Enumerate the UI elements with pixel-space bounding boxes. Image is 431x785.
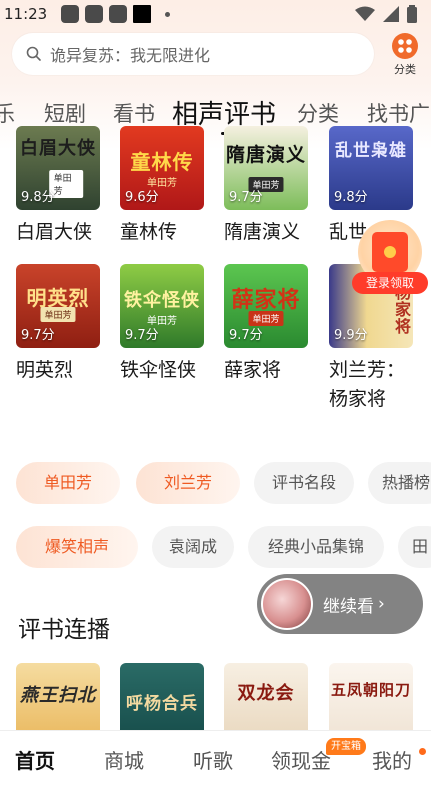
book-cover: 童林传 单田芳 9.6分	[120, 126, 204, 210]
category-button[interactable]: 分类	[388, 33, 422, 79]
tab-short-drama[interactable]: 短剧	[44, 98, 86, 128]
chip-hot-list[interactable]: 热播榜	[368, 462, 431, 504]
notification-dot	[419, 748, 426, 755]
section-title: 评书连播	[18, 617, 110, 643]
chip-funny-crosstalk[interactable]: 爆笑相声	[16, 526, 138, 568]
cover-title: 双龙会	[237, 683, 295, 704]
chevron-right-icon: ›	[378, 594, 385, 614]
cover-title: 铁伞怪侠	[124, 290, 200, 311]
book-score: 9.7分	[125, 328, 159, 343]
cover-title: 隋唐演义	[225, 144, 306, 166]
book-title: 童林传	[120, 221, 178, 243]
app-notification-icon	[109, 5, 128, 23]
nav-music[interactable]: 听歌	[193, 745, 233, 774]
login-reward-button[interactable]: 登录领取	[352, 220, 428, 294]
nav-home[interactable]: 首页	[15, 745, 55, 774]
status-bar: 11:23	[0, 0, 431, 28]
nav-mall[interactable]: 商城	[104, 745, 144, 774]
book-card[interactable]: 薛家将 单田芳 9.7分 薛家将	[224, 264, 308, 385]
cover-title: 童林传	[130, 150, 194, 174]
chip-tian[interactable]: 田	[398, 526, 431, 568]
book-cover: 乱世枭雄 9.8分	[329, 126, 413, 210]
book-score: 9.8分	[21, 190, 55, 205]
category-label: 分类	[394, 63, 416, 76]
cover-title: 薛家将	[231, 288, 301, 313]
chip-liu-lanfang[interactable]: 刘兰芳	[136, 462, 240, 504]
book-title: 薛家将	[224, 359, 282, 381]
treasure-box-badge: 开宝箱	[326, 738, 366, 755]
cover-title: 乱世枭雄	[335, 141, 407, 161]
chip-storytelling-classics[interactable]: 评书名段	[254, 462, 354, 504]
more-notifications-icon	[165, 11, 171, 17]
status-time: 11:23	[4, 5, 48, 23]
chip-classic-sketches[interactable]: 经典小品集锦	[248, 526, 384, 568]
book-score: 9.9分	[334, 328, 368, 343]
cover-title: 白眉大侠	[20, 138, 96, 159]
search-bar[interactable]: 诡异复苏：我无限进化	[12, 33, 374, 75]
search-icon	[26, 46, 41, 61]
nav-profile[interactable]: 我的	[372, 745, 412, 774]
book-title: 刘兰芳：杨家将	[329, 359, 406, 410]
cover-title: 呼杨合兵	[126, 694, 198, 714]
app-notification-icon	[85, 5, 104, 23]
book-cover: 隋唐演义 单田芳 9.7分	[224, 126, 308, 210]
system-icons	[355, 5, 417, 23]
book-title: 铁伞怪侠	[120, 359, 197, 381]
continue-watching-button[interactable]: 继续看 ›	[257, 574, 423, 634]
chip-shan-tianfang[interactable]: 单田芳	[16, 462, 120, 504]
book-score: 9.7分	[229, 190, 263, 205]
book-title: 明英烈	[16, 359, 74, 381]
book-card[interactable]: 铁伞怪侠 单田芳 9.7分 铁伞怪侠	[120, 264, 204, 385]
continue-cover-thumbnail	[261, 578, 313, 630]
grid-icon	[392, 33, 418, 59]
book-score: 9.8分	[334, 190, 368, 205]
book-score: 9.6分	[125, 190, 159, 205]
app-notification-icon	[61, 5, 80, 23]
book-cover: 薛家将 单田芳 9.7分	[224, 264, 308, 348]
cover-title: 燕王扫北	[20, 685, 96, 706]
book-card[interactable]: 白眉大侠 单田芳 9.8分 白眉大侠	[16, 126, 100, 247]
signal-icon	[383, 6, 399, 22]
tab-find-books[interactable]: 找书广	[367, 98, 430, 128]
book-card[interactable]: 隋唐演义 单田芳 9.7分 隋唐演义	[224, 126, 308, 247]
cover-title: 五凤朝阳刀	[330, 681, 411, 699]
book-cover: 铁伞怪侠 单田芳 9.7分	[120, 264, 204, 348]
login-reward-label: 登录领取	[352, 272, 428, 294]
book-card[interactable]: 明英烈 单田芳 9.7分 明英烈	[16, 264, 100, 385]
book-cover: 白眉大侠 单田芳 9.8分	[16, 126, 100, 210]
tab-read[interactable]: 看书	[113, 98, 155, 128]
cover-author: 单田芳	[40, 307, 76, 322]
chip-yuan-kuocheng[interactable]: 袁阔成	[152, 526, 234, 568]
book-score: 9.7分	[21, 328, 55, 343]
book-title: 白眉大侠	[16, 221, 93, 243]
tab-category[interactable]: 分类	[297, 98, 339, 128]
search-placeholder: 诡异复苏：我无限进化	[50, 46, 211, 65]
bottom-navigation: 首页 商城 听歌 领现金 开宝箱 我的	[0, 730, 431, 785]
book-title: 隋唐演义	[224, 221, 301, 243]
continue-label: 继续看	[323, 596, 374, 617]
wifi-icon	[355, 6, 375, 21]
nav-cash[interactable]: 领现金	[271, 745, 331, 774]
book-cover: 明英烈 单田芳 9.7分	[16, 264, 100, 348]
battery-icon	[407, 5, 417, 23]
notification-icons	[61, 5, 171, 23]
app-notification-icon	[133, 5, 152, 23]
tab-music[interactable]: 乐	[0, 98, 15, 128]
book-score: 9.7分	[229, 328, 263, 343]
book-card[interactable]: 童林传 单田芳 9.6分 童林传	[120, 126, 204, 247]
